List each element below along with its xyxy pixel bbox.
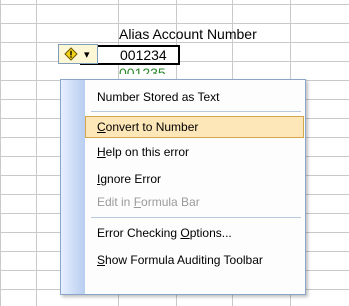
menu-item-convert-to-number[interactable]: Convert to Number [85, 116, 304, 138]
menu-item-label-rest: how Formula Auditing Toolbar [105, 253, 263, 267]
active-cell-value: 001234 [120, 47, 167, 63]
menu-item-label-rest: elp on this error [105, 145, 190, 159]
warning-icon [64, 47, 78, 61]
column-divider [36, 0, 37, 306]
menu-item-label-rest: onvert to Number [105, 120, 199, 134]
menu-item-label-rest: ormula Bar [141, 195, 200, 209]
menu-item-ignore-error[interactable]: Ignore Error [85, 168, 304, 190]
menu-item-label-rest: Edit in [97, 195, 134, 209]
menu-title-number-stored-as-text: Number Stored as Text [85, 86, 304, 108]
menu-item-label-rest: ptions... [189, 226, 232, 240]
menu-separator [91, 217, 301, 218]
next-cell-value: 001235 [119, 65, 166, 74]
next-cell[interactable]: 001235 [119, 64, 175, 74]
menu-item-show-formula-auditing-toolbar[interactable]: Show Formula Auditing Toolbar [85, 249, 304, 271]
menu-item-accel: S [97, 253, 106, 267]
menu-icon-strip [61, 80, 85, 294]
error-smart-tag-button[interactable]: ▾ [58, 44, 98, 64]
chevron-down-icon: ▾ [84, 49, 90, 61]
menu-item-label-rest: gnore Error [100, 172, 162, 186]
menu-item-label: Number Stored as Text [97, 90, 220, 104]
menu-item-accel: C [97, 120, 106, 134]
menu-item-error-checking-options[interactable]: Error Checking Options... [85, 222, 304, 244]
menu-separator [91, 111, 301, 112]
column-header-cell[interactable]: Alias Account Number [119, 25, 257, 43]
menu-item-accel: O [180, 226, 190, 240]
menu-item-accel: F [133, 195, 142, 209]
menu-item-accel: H [97, 145, 106, 159]
error-options-menu: Number Stored as Text Convert to Number … [60, 79, 306, 295]
menu-item-help-on-this-error[interactable]: Help on this error [85, 141, 304, 163]
menu-item-edit-in-formula-bar: Edit in Formula Bar [85, 191, 304, 213]
menu-item-label-rest: Error Checking [97, 226, 181, 240]
